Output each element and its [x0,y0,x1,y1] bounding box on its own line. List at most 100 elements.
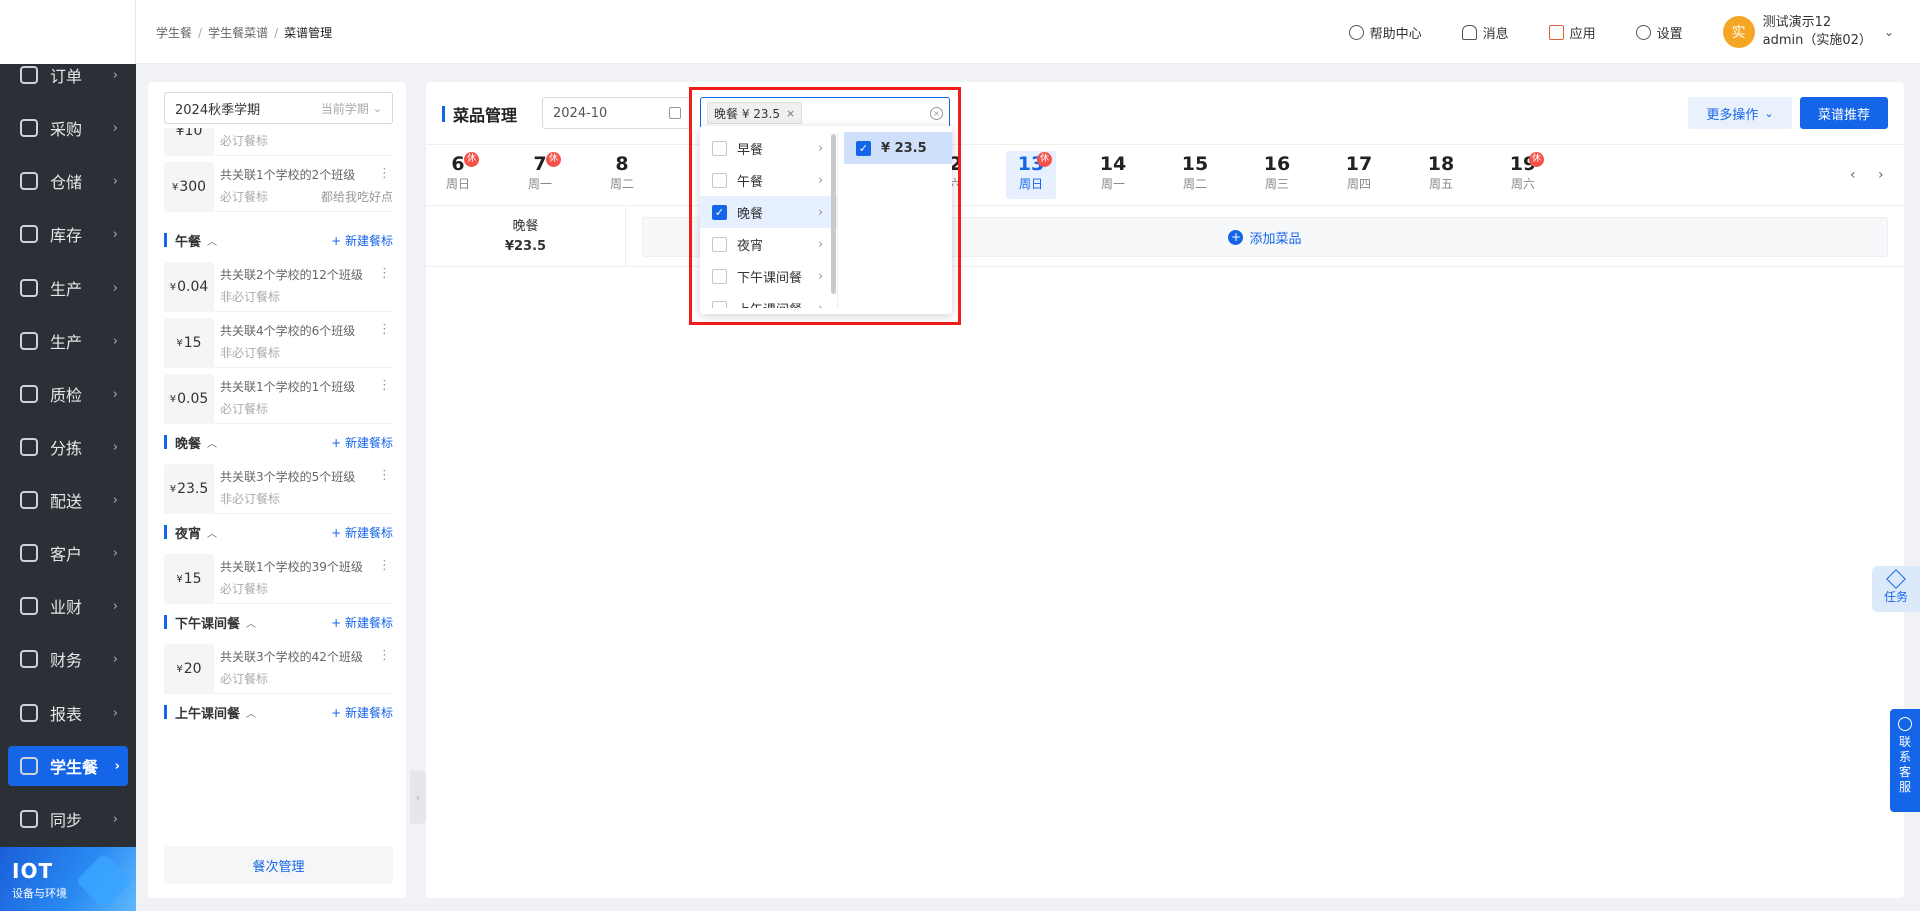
card-desc: 共关联4个学校的6个班级 [220,324,356,338]
nav-item-0[interactable]: 订单 › [0,55,136,95]
section-title[interactable]: 下午课间餐 [175,613,240,632]
nav-item-11[interactable]: 财务 › [0,639,136,679]
annotation-highlight-box [689,87,961,325]
chevron-up-icon[interactable]: ︿ [246,705,256,720]
date-number: 16 [1263,153,1291,175]
card-tag: 非必订餐标 [220,492,281,506]
meal-management-button[interactable]: 餐次管理 [164,846,393,884]
more-icon[interactable]: ⋮ [378,558,391,573]
more-icon[interactable]: ⋮ [378,378,391,393]
date-cell[interactable]: 19 周六休 [1498,151,1548,199]
nav-item-13[interactable]: 学生餐 › [8,746,128,786]
more-icon[interactable]: ⋮ [378,266,391,281]
date-cell[interactable]: 15 周二 [1170,151,1220,199]
nav-item-2[interactable]: 仓储 › [0,161,136,201]
nav-item-6[interactable]: 质检 › [0,374,136,414]
date-cell[interactable]: 13 周日休 [1006,151,1056,199]
date-cell[interactable]: 17 周四 [1334,151,1384,199]
section-title[interactable]: 午餐 [175,231,201,250]
breadcrumb-item[interactable]: 学生餐 [156,26,192,40]
help-center-button[interactable]: 帮助中心 [1348,23,1422,42]
nav-item-label: 订单 [50,67,83,86]
new-meal-standard-link[interactable]: + 新建餐标 [331,524,393,541]
more-icon[interactable]: ⋮ [378,322,391,337]
nav-item-1[interactable]: 采购 › [0,108,136,148]
section-title[interactable]: 上午课间餐 [175,703,240,722]
row-meal-price: ¥23.5 [504,239,547,254]
more-actions-button[interactable]: 更多操作 ⌄ [1688,97,1792,129]
chevron-up-icon[interactable]: ︿ [207,435,217,450]
chevron-left-icon[interactable]: ‹ [1850,167,1856,183]
customer-icon [20,544,38,562]
meal-card[interactable]: ¥20 共关联3个学校的42个班级 必订餐标 ⋮ [164,642,393,694]
date-cell[interactable]: 7 周一休 [515,151,565,199]
messages-button[interactable]: 消息 [1461,23,1509,42]
section-title[interactable]: 晚餐 [175,433,201,452]
task-float-button[interactable]: 任务 [1872,566,1920,612]
chevron-down-icon: ⌄ [1883,25,1894,39]
production-icon [20,279,38,297]
meal-card[interactable]: ¥15 共关联1个学校的39个班级 必订餐标 ⋮ [164,552,393,604]
card-desc: 共关联3个学校的5个班级 [220,470,356,484]
meal-card[interactable]: ¥0.04 共关联2个学校的12个班级 非必订餐标 ⋮ [164,260,393,312]
nav-item-14[interactable]: 同步 › [0,799,136,839]
card-price: ¥23.5 [164,464,214,514]
chevron-up-icon[interactable]: ︿ [246,615,256,630]
term-select[interactable]: 2024秋季学期 当前学期 ⌄ [164,92,393,124]
meal-card[interactable]: ¥23.5 共关联3个学校的5个班级 非必订餐标 ⋮ [164,462,393,514]
nav-item-10[interactable]: 业财 › [0,586,136,626]
customer-service-button[interactable]: 联系客服 [1890,709,1920,812]
new-meal-standard-link[interactable]: + 新建餐标 [331,434,393,451]
chat-icon [1898,717,1912,731]
nav-item-5[interactable]: 生产 › [0,321,136,361]
card-price: ¥15 [164,318,214,368]
nav-item-8[interactable]: 配送 › [0,480,136,520]
meal-card[interactable]: ¥10 必订餐标 [164,128,393,156]
card-tag: 非必订餐标 [220,290,281,304]
nav-item-12[interactable]: 报表 › [0,693,136,733]
iot-banner[interactable]: IOT 设备与环境 [0,847,136,911]
new-meal-standard-link[interactable]: + 新建餐标 [331,704,393,721]
collapse-panel-handle[interactable]: ‹ [410,770,426,824]
chevron-up-icon[interactable]: ︿ [207,525,217,540]
breadcrumb-item[interactable]: 学生餐菜谱 [208,26,268,40]
recipe-recommend-button[interactable]: 菜谱推荐 [1800,97,1888,129]
nav-item-label: 报表 [50,705,83,724]
weekday-label: 周日 [1018,177,1043,191]
new-meal-standard-link[interactable]: + 新建餐标 [331,614,393,631]
new-meal-standard-link[interactable]: + 新建餐标 [331,232,393,249]
meal-card[interactable]: ¥300 共关联1个学校的2个班级 必订餐标 ⋮ 都给我吃好点 [164,160,393,212]
more-icon[interactable]: ⋮ [378,468,391,483]
meal-card[interactable]: ¥0.05 共关联1个学校的1个班级 必订餐标 ⋮ [164,372,393,424]
chevron-right-icon: › [112,545,118,561]
chevron-up-icon[interactable]: ︿ [207,233,217,248]
date-cell[interactable]: 18 周五 [1416,151,1466,199]
student-meal-icon [20,757,38,775]
month-value: 2024-10 [553,105,608,121]
dish-management-panel: 菜品管理 2024-10 晚餐 ¥ 23.5 × × 更多操作 ⌄ 菜谱推荐 ‹ ›… [426,82,1904,898]
date-cell[interactable]: 16 周三 [1252,151,1302,199]
sync-icon [20,810,38,828]
nav-item-label: 生产 [50,333,83,352]
more-icon[interactable]: ⋮ [378,166,391,181]
nav-item-4[interactable]: 生产 › [0,268,136,308]
top-bar: 学生餐 / 学生餐菜谱 / 菜谱管理 帮助中心 消息 应用 设置 实 测试演示12 ad… [136,0,1920,64]
nav-item-3[interactable]: 库存 › [0,214,136,254]
section-title[interactable]: 夜宵 [175,523,201,542]
card-desc: 共关联2个学校的12个班级 [220,268,363,282]
nav-item-7[interactable]: 分拣 › [0,427,136,467]
date-cell[interactable]: 14 周一 [1088,151,1138,199]
nav-item-9[interactable]: 客户 › [0,533,136,573]
date-cell[interactable]: 8 周二 [597,151,647,199]
meal-card[interactable]: ¥15 共关联4个学校的6个班级 非必订餐标 ⋮ [164,316,393,368]
month-picker[interactable]: 2024-10 [542,97,692,129]
settings-button[interactable]: 设置 [1635,23,1683,42]
weekday-label: 周二 [1182,177,1207,191]
more-icon[interactable]: ⋮ [378,648,391,663]
chevron-right-icon: › [112,386,118,402]
apps-button[interactable]: 应用 [1548,23,1596,42]
date-cell[interactable]: 6 周日休 [433,151,483,199]
user-menu[interactable]: 实 测试演示12 admin（实施02） ⌄ [1722,14,1894,50]
meal-row: 晚餐 ¥23.5 + 添加菜品 [426,207,1904,267]
chevron-right-icon[interactable]: › [1878,167,1884,183]
